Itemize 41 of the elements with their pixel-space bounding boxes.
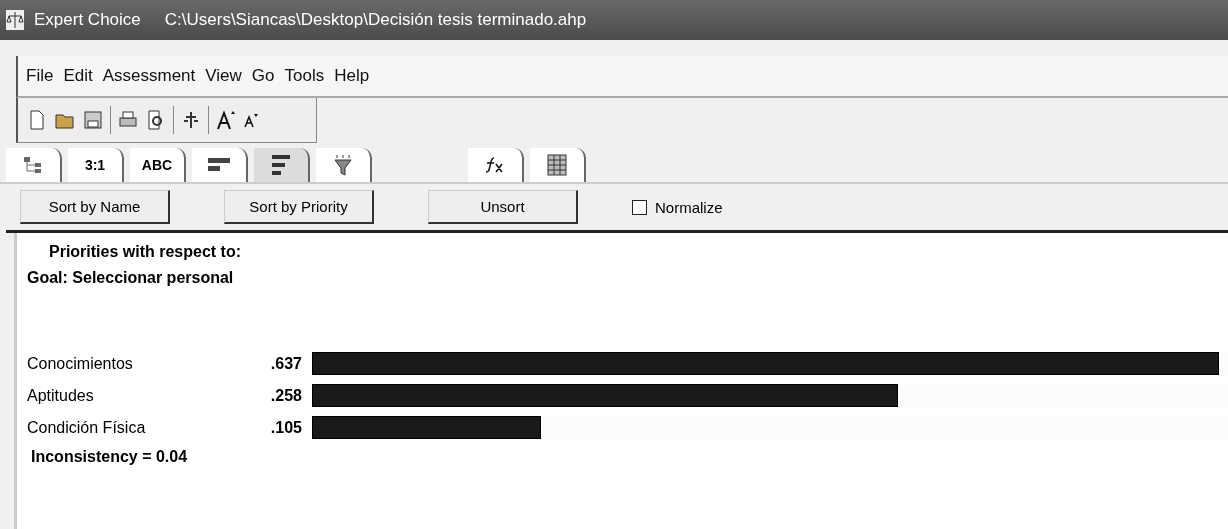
priority-value: .258 <box>269 386 302 405</box>
bars-icon <box>272 155 290 175</box>
checkbox-label: Normalize <box>655 198 723 216</box>
criterion-name: Condición Física <box>27 418 147 437</box>
criterion-name: Conocimientos <box>27 354 134 373</box>
menu-item[interactable]: File <box>26 66 54 86</box>
view-tab[interactable] <box>468 148 524 182</box>
font-smaller-icon[interactable] <box>243 111 259 128</box>
font-larger-icon[interactable] <box>215 108 237 131</box>
inconsistency-label: Inconsistency = 0.04 <box>30 448 189 466</box>
menu-item[interactable]: Edit <box>63 66 93 86</box>
view-tab[interactable]: 3:1 <box>68 148 124 182</box>
hierarchy-icon <box>23 155 43 175</box>
goal-label: Goal: Seleccionar personal <box>27 269 235 287</box>
menu-item[interactable]: Tools <box>284 66 325 86</box>
view-tab[interactable] <box>316 148 372 182</box>
app-name: Expert Choice <box>34 10 141 30</box>
sort-button[interactable]: Sort by Name <box>20 190 170 224</box>
heading: Priorities with respect to: <box>48 243 243 261</box>
scales-icon <box>6 10 24 30</box>
grid-icon <box>547 154 567 176</box>
save-icon[interactable] <box>82 108 104 131</box>
priority-value: .105 <box>269 418 302 437</box>
menu-item[interactable]: Assessment <box>102 66 196 86</box>
file-path: C:\Users\Siancas\Desktop\Decisión tesis terminado.ahp <box>164 10 587 30</box>
view-tab[interactable] <box>6 148 62 182</box>
view-tab[interactable] <box>254 148 310 182</box>
criterion-name: Aptitudes <box>27 386 95 405</box>
view-tab[interactable] <box>530 148 586 182</box>
view-tab[interactable]: ABC <box>130 148 186 182</box>
menu-item[interactable]: Help <box>334 66 370 86</box>
menu-item[interactable]: Go <box>251 66 275 86</box>
funnel-icon <box>333 154 353 176</box>
sort-button[interactable]: Sort by Priority <box>224 190 374 224</box>
normalize-checkbox[interactable] <box>632 199 647 215</box>
menu-item[interactable]: View <box>205 66 242 86</box>
sort-button[interactable]: Unsort <box>428 190 578 224</box>
view-tab[interactable] <box>192 148 248 182</box>
priority-value: .637 <box>269 354 302 373</box>
function-icon <box>485 156 505 174</box>
bar-icon <box>208 158 230 172</box>
